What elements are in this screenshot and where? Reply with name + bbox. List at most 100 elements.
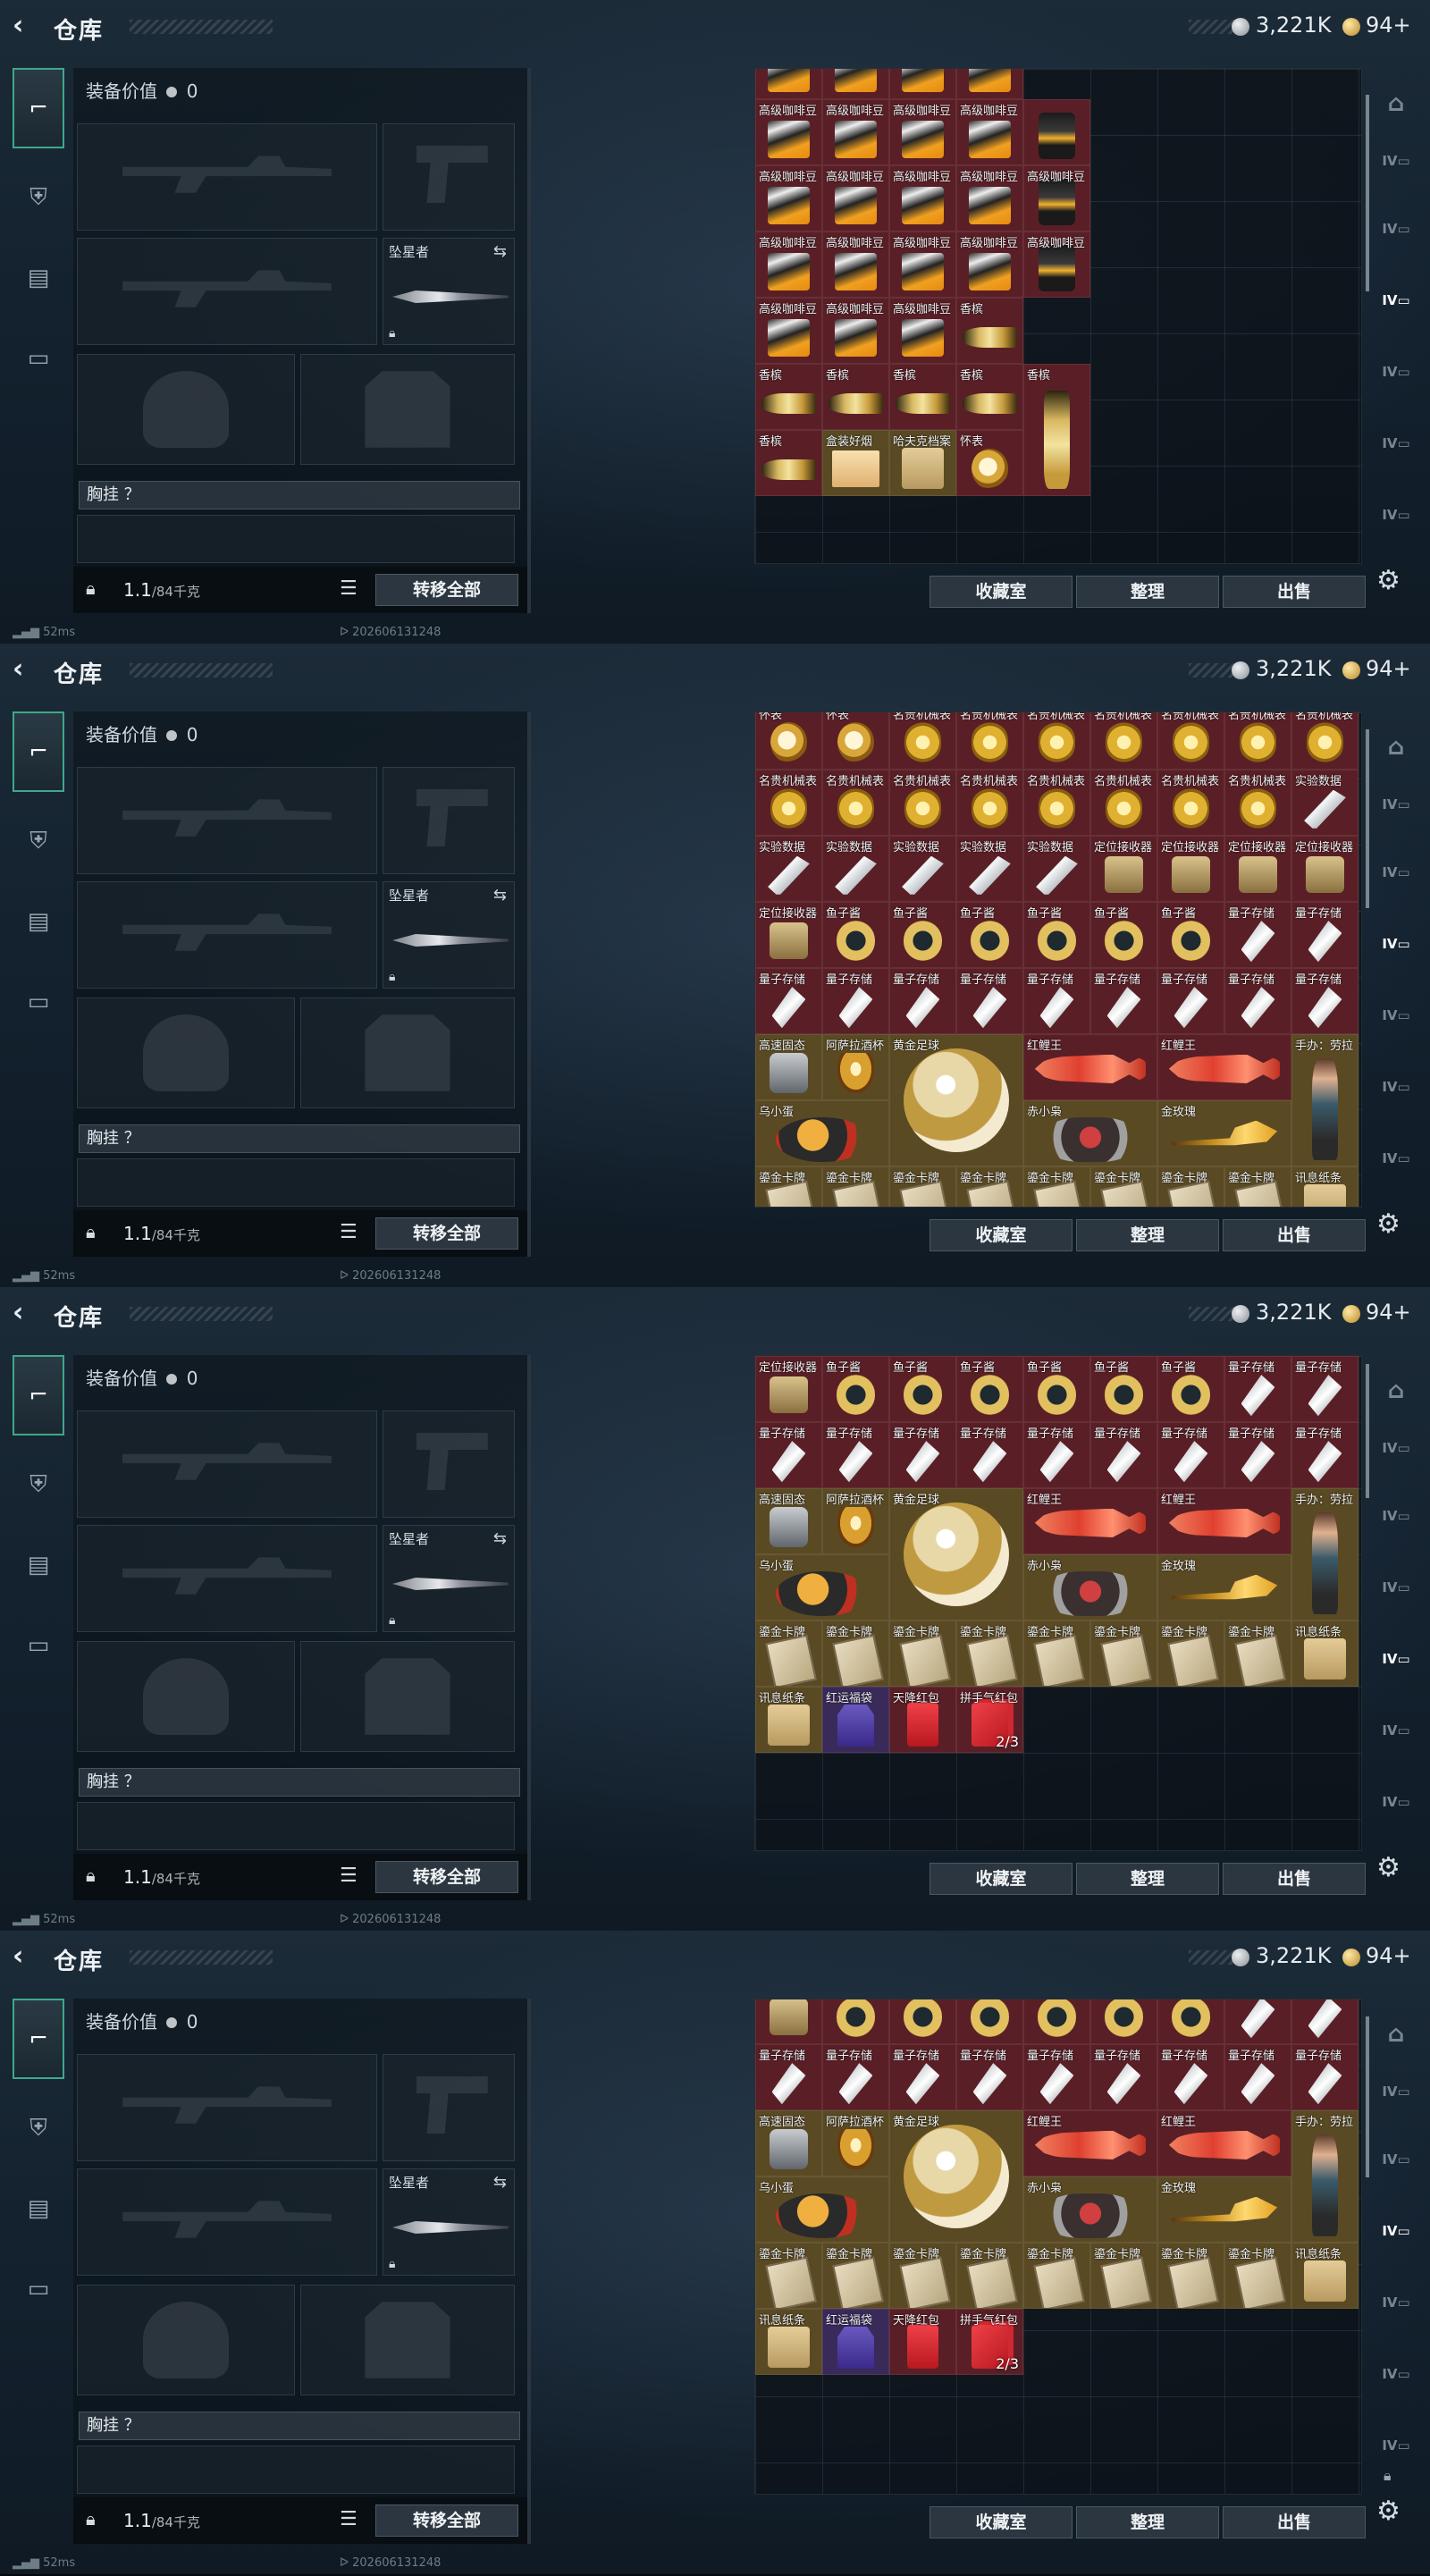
inventory-item[interactable]: 香槟 — [956, 364, 1023, 430]
tab-case[interactable]: ▭ — [13, 1605, 64, 1686]
inventory-item[interactable]: 乌小蛋 — [755, 1100, 889, 1166]
inventory-item[interactable]: 名贵机械表 — [1090, 712, 1157, 770]
inventory-item[interactable]: 赤小枭 — [1023, 1100, 1157, 1166]
secondary-weapon-slot[interactable] — [77, 2168, 377, 2276]
inventory-item[interactable]: 量子存储 — [822, 2044, 889, 2110]
tab-weapons[interactable]: ⌐ — [13, 1999, 64, 2079]
inventory-item[interactable]: 讯息纸条 — [1291, 2243, 1358, 2309]
swap-icon[interactable]: ⇆ — [493, 242, 507, 261]
helmet-slot[interactable] — [77, 1641, 295, 1752]
inventory-item[interactable]: 量子存储 — [889, 1422, 956, 1488]
inventory-item[interactable]: 哈夫克档案 — [889, 430, 956, 496]
inventory-item[interactable]: 鱼子酱 — [889, 1999, 956, 2044]
storage-tab-icon[interactable]: IV▭ — [1373, 143, 1419, 179]
inventory-item[interactable]: 定位接收器 — [755, 1999, 822, 2044]
inventory-item[interactable]: 天降红包 — [889, 2309, 956, 2375]
inventory-item[interactable]: 名贵机械表 — [1157, 770, 1224, 836]
inventory-item[interactable]: 鎏金卡牌 — [956, 2243, 1023, 2309]
secondary-weapon-slot[interactable] — [77, 1525, 377, 1632]
inventory-item[interactable]: 乌小蛋 — [755, 2176, 889, 2243]
inventory-item[interactable]: 定位接收器 — [755, 902, 822, 968]
storage-tab-icon[interactable]: IV▭ — [1373, 497, 1419, 533]
chest-rig-header[interactable]: 胸挂 ？ — [79, 1124, 520, 1153]
inventory-item[interactable]: 鎏金卡牌 — [889, 2243, 956, 2309]
inventory-item[interactable]: 红鲤王 — [1157, 1488, 1291, 1554]
inventory-item[interactable]: 实验数据 — [956, 836, 1023, 902]
inventory-item[interactable]: 鱼子酱 — [956, 1999, 1023, 2044]
inventory-item[interactable]: 量子存储 — [1291, 1422, 1358, 1488]
gear-icon[interactable]: ⚙ — [1376, 2496, 1401, 2527]
inventory-item[interactable]: 量子存储 — [1157, 1422, 1224, 1488]
storage-tab-icon[interactable]: IV▭ — [1373, 2142, 1419, 2177]
inventory-item[interactable]: 鱼子酱 — [956, 1356, 1023, 1422]
chest-rig-slot[interactable] — [77, 1802, 515, 1850]
inventory-item[interactable]: 鎏金卡牌 — [755, 2243, 822, 2309]
armor-slot[interactable] — [300, 354, 515, 465]
gear-icon[interactable]: ⚙ — [1376, 565, 1401, 596]
inventory-item[interactable]: 高级咖啡豆 — [1023, 232, 1090, 298]
inventory-item[interactable]: 黄金足球 — [889, 1034, 1023, 1166]
inventory-item[interactable]: 量子存储 — [1157, 2044, 1224, 2110]
inventory-item[interactable]: 量子存储 — [1224, 2044, 1291, 2110]
home-icon[interactable]: ⌂ — [1373, 1373, 1419, 1409]
pistol-slot[interactable] — [383, 767, 515, 874]
storage-tab-icon[interactable]: IV▭ — [1373, 2356, 1419, 2392]
inventory-item[interactable]: 红鲤王 — [1023, 1034, 1157, 1100]
storage-tab-icon[interactable]: IV▭ — [1373, 211, 1419, 247]
tab-case[interactable]: ▭ — [13, 2249, 64, 2329]
inventory-item[interactable]: 鎏金卡牌 — [1090, 1166, 1157, 1207]
inventory-item[interactable]: 量子存储 — [956, 2044, 1023, 2110]
inventory-item[interactable]: 名贵机械表 — [1023, 712, 1090, 770]
inventory-item[interactable]: 鎏金卡牌 — [822, 1166, 889, 1207]
storage-tab-icon[interactable]: IV▭ — [1373, 2428, 1419, 2463]
inventory-item[interactable]: 鱼子酱 — [1090, 1999, 1157, 2044]
sell-button[interactable]: 出售 — [1223, 2506, 1366, 2538]
inventory-item[interactable]: 鎏金卡牌 — [1090, 1621, 1157, 1687]
swap-icon[interactable]: ⇆ — [493, 886, 507, 905]
primary-weapon-slot[interactable] — [77, 123, 377, 231]
inventory-item[interactable]: 怀表 — [822, 712, 889, 770]
list-icon[interactable]: ☰ — [340, 2508, 358, 2530]
inventory-item[interactable]: 红鲤王 — [1157, 1034, 1291, 1100]
storage-tab-icon[interactable]: IV▭ — [1373, 354, 1419, 390]
storage-tab-icon[interactable]: IV▭ — [1373, 1570, 1419, 1605]
inventory-item[interactable]: 名贵机械表 — [889, 712, 956, 770]
inventory-item[interactable]: 拼手气红包 2/3 — [956, 2309, 1023, 2375]
transfer-all-button[interactable]: 转移全部 — [375, 574, 518, 606]
sort-button[interactable]: 整理 — [1076, 1219, 1219, 1251]
warehouse-grid[interactable]: 定位接收器鱼子酱鱼子酱鱼子酱鱼子酱鱼子酱鱼子酱量子存储量子存储量子存储量子存储量… — [754, 1999, 1362, 2495]
inventory-item[interactable]: 高级咖啡豆 — [956, 99, 1023, 165]
inventory-item[interactable]: 鎏金卡牌 — [1157, 1166, 1224, 1207]
inventory-item[interactable]: 名贵机械表 — [956, 770, 1023, 836]
storage-tab-icon[interactable]: IV▭ — [1373, 1069, 1419, 1105]
inventory-item[interactable]: 手办：劳拉 — [1291, 2110, 1358, 2243]
tab-armor[interactable]: ⛨ — [13, 2088, 64, 2168]
inventory-item[interactable]: 天降红包 — [889, 1687, 956, 1753]
inventory-item[interactable]: 实验数据 — [1291, 770, 1358, 836]
inventory-item[interactable]: 实验数据 — [1023, 836, 1090, 902]
tab-weapons[interactable]: ⌐ — [13, 68, 64, 148]
inventory-item[interactable]: 量子存储 — [956, 968, 1023, 1034]
tab-weapons[interactable]: ⌐ — [13, 1355, 64, 1435]
inventory-item[interactable]: 鎏金卡牌 — [1224, 2243, 1291, 2309]
storage-tab-icon[interactable]: IV▭ — [1373, 1713, 1419, 1748]
chest-rig-header[interactable]: 胸挂 ？ — [79, 1768, 520, 1797]
inventory-item[interactable]: 量子存储 — [1090, 2044, 1157, 2110]
list-icon[interactable]: ☰ — [340, 1865, 358, 1887]
helmet-slot[interactable] — [77, 2285, 295, 2395]
inventory-item[interactable]: 量子存储 — [1023, 1422, 1090, 1488]
inventory-item[interactable]: 红运福袋 — [822, 2309, 889, 2375]
inventory-item[interactable]: 量子存储 — [1291, 2044, 1358, 2110]
inventory-item[interactable]: 定位接收器 — [755, 1356, 822, 1422]
inventory-item[interactable]: 阿萨拉酒杯 — [822, 1488, 889, 1554]
gold-currency[interactable]: 94+ — [1366, 1943, 1411, 1968]
inventory-item[interactable]: 红运福袋 — [822, 1687, 889, 1753]
melee-slot[interactable]: 坠星者 ⇆ 🔒︎ — [383, 881, 515, 989]
inventory-item[interactable]: 阿萨拉酒杯 — [822, 2110, 889, 2176]
armor-slot[interactable] — [300, 1641, 515, 1752]
inventory-item[interactable]: 鎏金卡牌 — [1157, 2243, 1224, 2309]
inventory-item[interactable]: 鎏金卡牌 — [889, 1166, 956, 1207]
inventory-item[interactable]: 鎏金卡牌 — [1023, 1166, 1090, 1207]
inventory-item[interactable]: 定位接收器 — [1291, 836, 1358, 902]
inventory-item[interactable]: 鎏金卡牌 — [1023, 2243, 1090, 2309]
